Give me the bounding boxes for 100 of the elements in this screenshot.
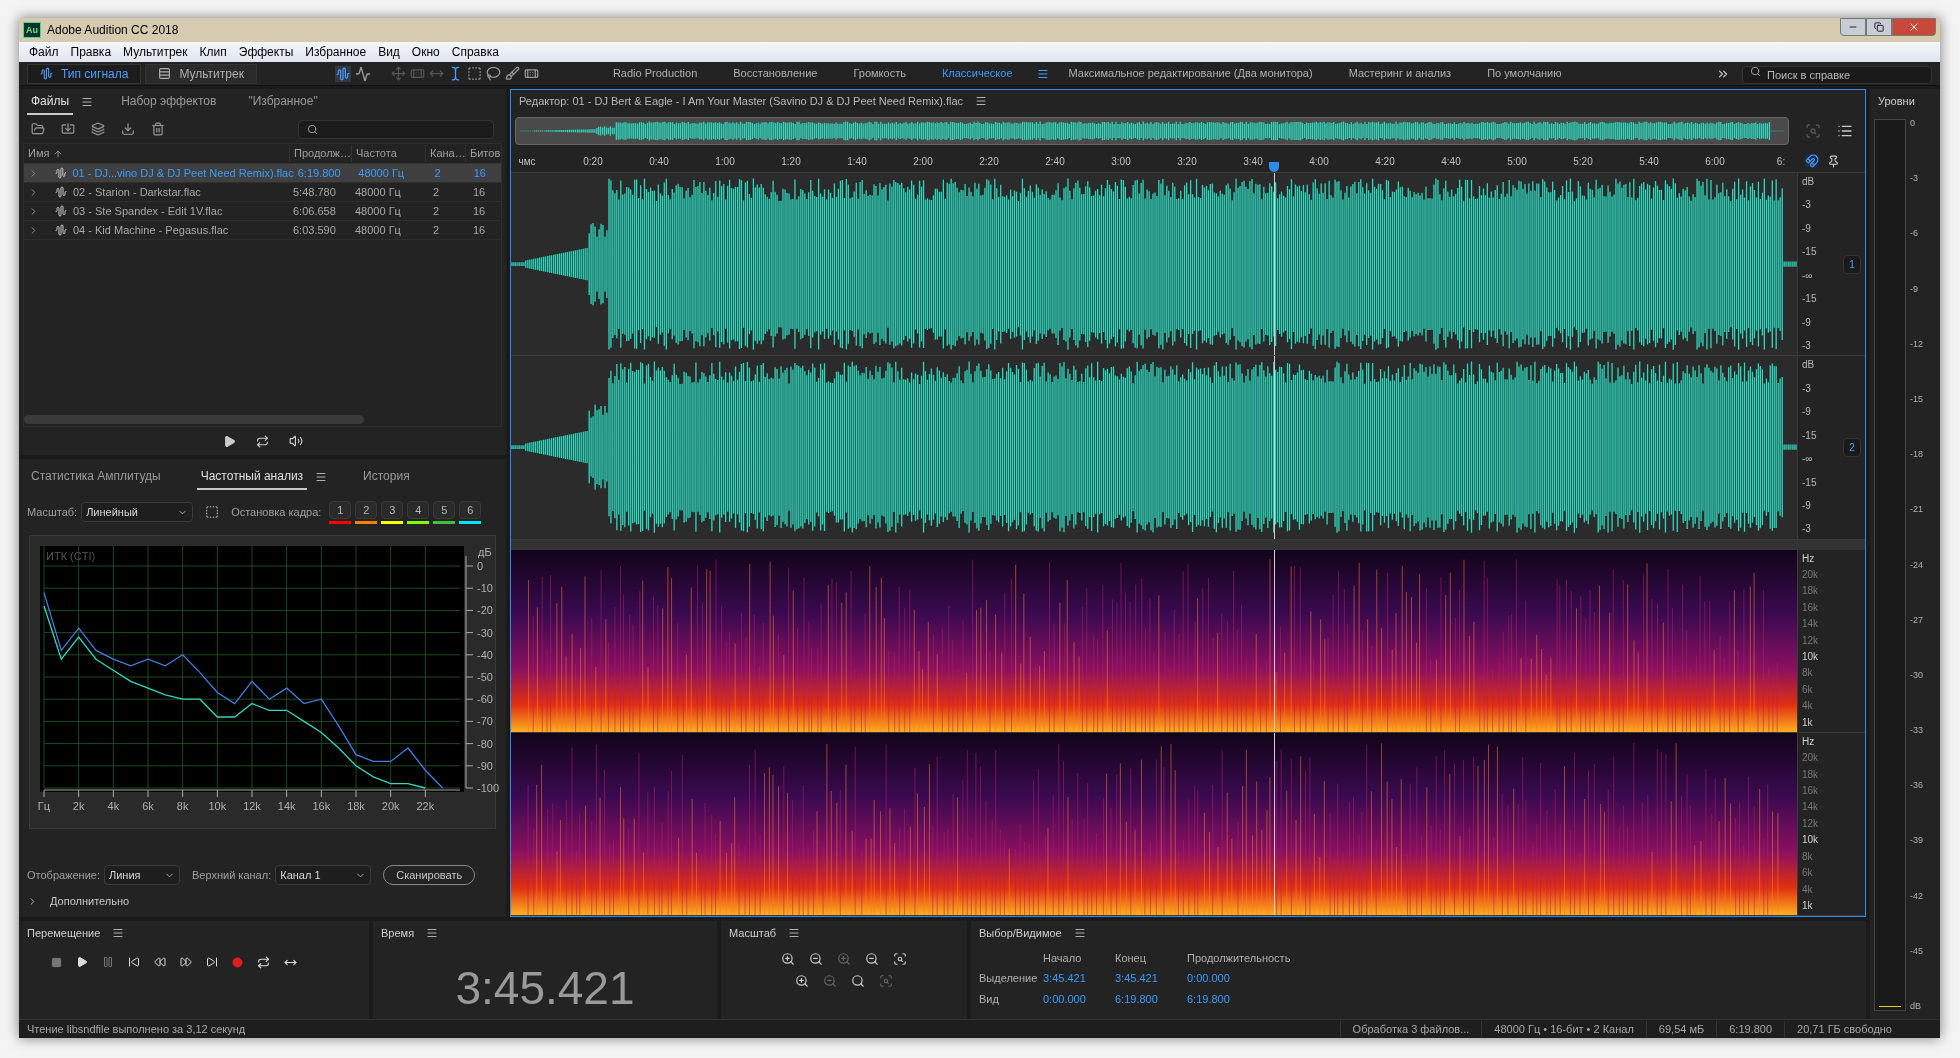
delete-icon[interactable] [151,122,165,136]
panel-tab[interactable]: Файлы [27,89,74,115]
freeze-frame-button[interactable]: 1 [329,500,352,519]
fast-forward-icon[interactable] [180,956,192,968]
view-button[interactable]: Мультитрек [145,63,257,84]
menu-item[interactable]: Окно [405,43,446,61]
time-value[interactable]: 6:19.800 [1115,990,1187,1007]
workspace-tab[interactable]: Восстановление [717,65,834,82]
panel-tab[interactable]: Частотный анализ [196,464,308,490]
frame-icon[interactable] [205,505,220,519]
channel-badge[interactable]: 2 [1843,437,1861,457]
restore-button[interactable] [1866,18,1892,36]
freeze-frame-button[interactable]: 5 [433,500,456,519]
horizontal-scrollbar[interactable] [24,415,364,424]
skip-back-icon[interactable] [128,956,140,968]
time-value[interactable]: 3:45.421 [1043,970,1115,987]
zoom-full-icon[interactable] [893,951,907,966]
insert-icon[interactable] [91,122,105,136]
workspace-tab[interactable]: Классическое [925,65,1029,82]
panel-tab[interactable]: Статистика Амплитуды [27,464,165,490]
workspace-tab[interactable]: Мастеринг и анализ [1332,65,1468,82]
rewind-icon[interactable] [154,956,166,968]
menu-item[interactable]: Эффекты [232,43,300,61]
column-header[interactable]: Имя [28,145,50,162]
panel-tab[interactable]: Набор эффектов [117,89,221,115]
column-header[interactable]: Частота [351,145,425,162]
stop-icon[interactable] [51,956,62,968]
column-header[interactable]: Кана… [425,145,465,162]
pause-icon[interactable] [102,956,114,968]
menu-item[interactable]: Мультитрек [117,43,194,61]
spectrum-view-icon[interactable] [354,65,371,82]
dropdown[interactable]: Линия [104,865,180,885]
file-row[interactable]: 01 - DJ...vino DJ & DJ Peet Need Remix).flac 6:19.800 48000 Гц 2 16 [24,164,501,183]
advanced-section-toggle[interactable]: Дополнительно [50,892,130,910]
workspace-tab[interactable]: Громкость [837,65,922,82]
time-value[interactable]: 6:19.800 [1187,990,1327,1007]
channel-badge[interactable]: 1 [1843,254,1861,274]
menu-item[interactable]: Файл [23,43,65,61]
column-header[interactable]: Продолж… [289,145,351,162]
file-search-field[interactable] [298,119,494,139]
zoom-left-icon[interactable] [851,973,865,988]
menu-item[interactable]: Избранное [299,43,373,61]
file-row[interactable]: 04 - Kid Machine - Pegasus.flac 6:03.590 48000 Гц 2 16 [24,221,501,240]
export-icon[interactable] [121,122,135,136]
panel-tab[interactable]: "Избранное" [244,89,322,115]
play-icon[interactable] [76,956,88,968]
zoom-out-amplitude-icon[interactable] [809,951,823,966]
workspace-tab[interactable]: Radio Production [596,65,714,82]
lasso-tool-icon[interactable] [485,66,501,81]
time-value[interactable]: 0:00.000 [1043,990,1115,1007]
zoom-right-icon[interactable] [879,973,893,988]
healing-tool-icon[interactable] [523,66,539,81]
overview-bar[interactable] [515,117,1789,145]
workspace-tab[interactable]: По умолчанию [1471,65,1578,82]
menu-icon[interactable] [81,96,94,108]
zoom-reset-icon[interactable] [823,973,837,988]
menu-icon[interactable] [112,927,125,940]
dropdown[interactable]: Канал 1 [275,865,372,885]
menu-item[interactable]: Правка [64,43,118,61]
import-icon[interactable] [61,122,75,136]
workspace-tab[interactable]: Максимальное редактирование (Два монитора) [1052,65,1329,82]
menu-item[interactable]: Клип [193,43,233,61]
snap-icon[interactable] [1805,154,1819,168]
open-folder-icon[interactable] [31,122,45,136]
column-header[interactable]: Битов [465,145,501,162]
file-row[interactable]: 03 - Ste Spandex - Edit 1V.flac 6:06.658 48000 Гц 2 16 [24,202,501,221]
menu-icon[interactable] [315,471,328,483]
record-icon[interactable] [232,956,243,968]
brush-tool-icon[interactable] [504,66,520,81]
menu-icon[interactable] [1073,927,1086,940]
file-row[interactable]: 02 - Starion - Darkstar.flac 5:48.780 48000 Гц 2 16 [24,183,501,202]
view-button[interactable]: Тип сигнала [27,63,142,84]
menu-icon[interactable] [788,927,801,940]
dropdown[interactable]: Линейный [81,502,194,522]
menu-icon[interactable] [1036,67,1049,80]
loop-icon[interactable] [255,434,269,448]
zoom-in-time-icon[interactable] [837,951,851,966]
skip-forward-icon[interactable] [206,956,218,968]
marquee-tool-icon[interactable] [466,66,482,81]
sort-ascending-icon[interactable] [53,148,64,159]
speaker-icon[interactable] [288,434,303,448]
waveform-view-icon[interactable] [334,65,351,82]
list-icon[interactable] [1837,123,1853,139]
menu-item[interactable]: Вид [372,43,406,61]
menu-icon[interactable] [426,927,439,940]
loop-icon[interactable] [257,955,270,969]
menu-item[interactable]: Справка [445,43,505,61]
time-value[interactable]: 0:00.000 [1187,970,1327,987]
menu-icon[interactable] [975,95,988,107]
time-value[interactable]: 3:45.421 [1115,970,1187,987]
freeze-frame-button[interactable]: 6 [459,500,482,519]
minimize-button[interactable] [1840,18,1866,36]
playhead-marker[interactable] [1268,162,1279,172]
zoom-out-time-icon[interactable] [865,951,879,966]
freeze-frame-button[interactable]: 3 [381,500,404,519]
play-icon[interactable] [222,434,236,448]
freeze-frame-button[interactable]: 4 [407,500,430,519]
zoom-in-amplitude-icon[interactable] [781,951,795,966]
freeze-frame-button[interactable]: 2 [355,500,378,519]
help-search-field[interactable]: Поиск в справке [1742,65,1932,84]
